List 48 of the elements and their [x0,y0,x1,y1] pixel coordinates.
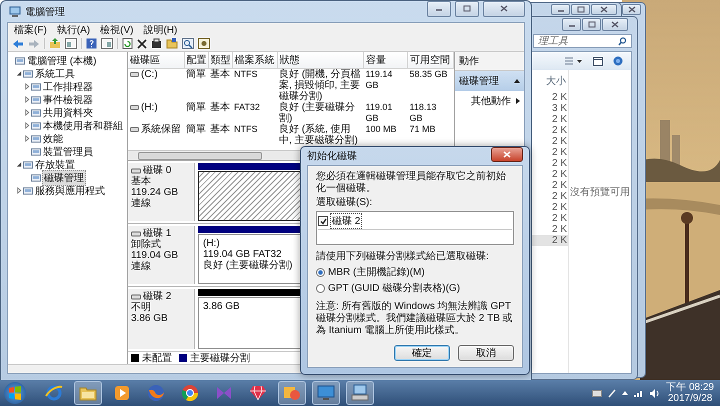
table-cell: 系統保留 [128,124,184,146]
disk-info: 119.04 GB [131,250,180,261]
partition-info: 119.04 GB FAT32 [203,249,282,260]
table-cell-text: 119.01 GB [364,102,394,124]
table-cell: 58.35 GB [408,68,454,102]
disk-info: 基本 [131,176,152,187]
table-cell: (C:) [128,68,184,102]
field-label: 選取磁碟(S): [316,197,374,209]
table-cell: 簡單 [184,102,208,124]
partition-info: 良好 (主要磁碟分割) [203,260,292,271]
table-cell-text: 100 MB [364,124,398,136]
address-text: 理工具 [538,35,568,48]
partition-info: (H:) [203,238,220,249]
disk-name: 磁碟 2 [131,291,191,302]
disk-name: 磁碟 0 [131,165,191,176]
window-title: 電腦管理 [25,6,65,18]
table-cell: 良好 (開機, 分頁檔案, 損毀傾印, 主要磁碟分割) [277,68,364,102]
table-cell-text: FAT32 [233,102,261,114]
disk-info: 連線 [131,198,152,209]
legend-label: 主要磁碟分割 [190,352,250,365]
dialog-title: 初始化磁碟 [307,150,357,163]
dialog-message: 您必須在邏輯磁碟管理員能存取它之前初始化一個磁碟。 [316,171,507,195]
table-cell-text: 基本 [209,124,231,137]
disk-info: 3.86 GB [131,313,169,324]
legend-label: 未配置 [142,352,172,365]
clock-time: 下午 08:29 [666,382,714,393]
clock-date: 2017/9/28 [668,393,712,404]
table-cell: 119.14 GB [364,68,408,102]
disk-info: 連線 [131,261,152,272]
field-label: 請使用下列磁碟分割樣式給已選取磁碟: [316,251,490,263]
table-cell: 基本 [208,68,232,102]
table-cell: (H:) [128,102,184,124]
preview-message: 沒有預覽可用 [570,186,630,198]
table-cell-text: 118.13 GB [408,102,438,124]
table-cell: 基本 [208,102,232,124]
table-cell: NTFS [232,68,277,102]
partition-info: 3.86 GB [203,301,240,312]
table-cell-text: 簡單 [185,124,207,137]
table-cell: 簡單 [184,68,208,102]
table-cell-text: 71 MB [408,124,437,136]
table-cell-text: 良好 (主要磁碟分割) [278,102,356,124]
pane-title: 動作 [455,52,524,71]
disk-info: 不明 [131,302,152,313]
table-cell-text: NTFS [233,124,258,136]
table-cell-text: 良好 (系統, 使用中, 主要磁碟分割) [278,124,359,146]
disk-info: 卸除式 [131,239,162,250]
disk-info: 119.24 GB [131,187,180,198]
disk-name: 磁碟 1 [131,228,191,239]
